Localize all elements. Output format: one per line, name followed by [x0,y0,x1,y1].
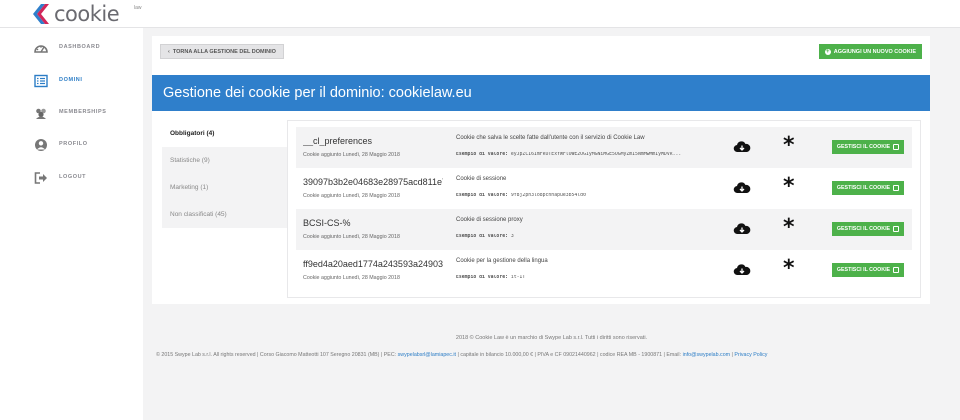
required-asterisk-icon: * [783,256,795,281]
table-row: __cl_preferences Cookie aggiunto Lunedì,… [296,127,912,168]
cookie-logo-icon [33,4,49,24]
example-value: eyJpZCI6ImFkOTExYWFlOWE2OGIyMGNiMGE5OGMy… [510,152,682,157]
logo[interactable]: cookie law [30,2,142,26]
sidebar-item-logout[interactable]: LOGOUT [34,170,86,186]
example-value: it-IT [510,275,526,280]
table-row: BCSI-CS-% Cookie aggiunto Lunedì, 28 Mag… [296,209,912,250]
cloud-download-icon[interactable] [733,263,751,277]
footer-copyright: 2018 © Cookie Law è un marchio di Swype … [455,335,648,341]
plus-circle-icon: + [824,48,831,55]
manage-cookie-button[interactable]: GESTISCI IL COOKIE [832,222,904,236]
required-asterisk-icon: * [783,133,795,158]
example-label: Esempio di valore: [456,152,508,157]
example-label: Esempio di valore: [456,234,508,239]
tab-statistiche[interactable]: Statistiche (9) [162,147,288,174]
cookie-description: Cookie di sessione proxy [456,217,523,223]
cloud-download-icon[interactable] [733,140,751,154]
cookie-name: ff9ed4a20aed1774a243593a249033... [303,259,443,269]
footer-pec-link[interactable]: swypelabsrl@lamiapec.it [398,352,456,358]
page-title: Gestione dei cookie per il dominio: cook… [152,75,930,111]
cookie-example: Esempio di valore: 9f8j2ph3lo8pcnhapue3b… [456,193,706,198]
edit-icon [893,144,900,150]
required-asterisk-icon: * [783,215,795,240]
cookie-example: Esempio di valore: it-IT [456,275,706,280]
cookie-description: Cookie per la gestione della lingua [456,258,548,264]
main-card: ‹ TORNA ALLA GESTIONE DEL DOMINIO + AGGI… [152,36,930,304]
cookie-date: Cookie aggiunto Lunedì, 28 Maggio 2018 [303,152,400,158]
manage-button-label: GESTISCI IL COOKIE [836,267,891,273]
sidebar-item-domini[interactable]: DOMINI [34,73,82,89]
example-label: Esempio di valore: [456,193,508,198]
list-icon [34,74,48,88]
cookie-example: Esempio di valore: eyJpZCI6ImFkOTExYWFlO… [456,152,706,157]
cookie-name: __cl_preferences [303,136,373,146]
manage-cookie-button[interactable]: GESTISCI IL COOKIE [832,140,904,154]
cookie-date: Cookie aggiunto Lunedì, 28 Maggio 2018 [303,193,400,199]
tab-obbligatori[interactable]: Obbligatori (4) [162,120,288,147]
table-row: ff9ed4a20aed1774a243593a249033... Cookie… [296,250,912,291]
sidebar-item-dashboard[interactable]: DASHBOARD [34,40,100,56]
add-cookie-button[interactable]: + AGGIUNGI UN NUOVO COOKIE [818,44,922,59]
back-to-domain-button[interactable]: ‹ TORNA ALLA GESTIONE DEL DOMINIO [160,44,284,59]
logout-icon [34,172,47,184]
sidebar-item-memberships[interactable]: MEMBERSHIPS [34,105,106,121]
add-button-label: AGGIUNGI UN NUOVO COOKIE [833,48,916,55]
brand-sup: law [134,5,142,11]
sidebar-item-label: LOGOUT [59,174,87,180]
brand-name: cookie [54,2,120,26]
cloud-download-icon[interactable] [733,181,751,195]
cookie-name: BCSI-CS-% [303,218,351,228]
example-label: Esempio di valore: [456,275,508,280]
dashboard-icon [34,45,48,53]
cookie-name: 39097b3b2e04683e28975acd811e7... [303,177,443,187]
user-icon [35,139,47,151]
tab-non-classificati[interactable]: Non classificati (45) [162,201,288,228]
cookie-example: Esempio di valore: 3 [456,234,706,239]
required-asterisk-icon: * [783,174,795,199]
footer-separator: | [731,352,733,358]
footer-middle: | capitale in bilancio 10.000,00 € | PIV… [457,352,682,358]
sidebar-item-label: DOMINI [59,77,83,83]
manage-button-label: GESTISCI IL COOKIE [836,185,891,191]
cookie-description: Cookie di sessione [456,176,507,182]
chevron-left-icon: ‹ [168,48,170,55]
manage-button-label: GESTISCI IL COOKIE [836,144,891,150]
edit-icon [893,226,900,232]
users-icon [36,108,46,119]
footer-privacy-link[interactable]: Privacy Policy [734,352,767,358]
cookie-list: __cl_preferences Cookie aggiunto Lunedì,… [287,120,921,298]
cloud-download-icon[interactable] [733,222,751,236]
top-bar: cookie law [0,0,960,28]
edit-icon [893,185,900,191]
cookie-date: Cookie aggiunto Lunedì, 28 Maggio 2018 [303,275,400,281]
manage-cookie-button[interactable]: GESTISCI IL COOKIE [832,181,904,195]
manage-button-label: GESTISCI IL COOKIE [836,226,891,232]
manage-cookie-button[interactable]: GESTISCI IL COOKIE [832,263,904,277]
sidebar-item-label: MEMBERSHIPS [59,109,107,115]
sidebar: DASHBOARD DOMINI MEMBERSHIPS PROFILO LOG… [0,28,143,420]
cookie-description: Cookie che salva le scelte fatte dall'ut… [456,135,645,141]
footer-email-link[interactable]: info@swypelab.com [683,352,730,358]
cookie-date: Cookie aggiunto Lunedì, 28 Maggio 2018 [303,234,400,240]
back-button-label: TORNA ALLA GESTIONE DEL DOMINIO [172,48,276,55]
footer-prefix: © 2015 Swype Lab s.r.l. All rights reser… [156,352,397,358]
sidebar-item-label: DASHBOARD [59,44,101,50]
category-tabs: Obbligatori (4) Statistiche (9) Marketin… [162,120,288,228]
footer-company-info: © 2015 Swype Lab s.r.l. All rights reser… [156,352,767,358]
table-row: 39097b3b2e04683e28975acd811e7... Cookie … [296,168,912,209]
sidebar-item-profilo[interactable]: PROFILO [34,137,87,153]
edit-icon [893,267,900,273]
sidebar-item-label: PROFILO [59,141,88,147]
example-value: 3 [510,234,514,239]
tab-marketing[interactable]: Marketing (1) [162,174,288,201]
example-value: 9f8j2ph3lo8pcnhapue3b54ld0 [510,193,586,198]
